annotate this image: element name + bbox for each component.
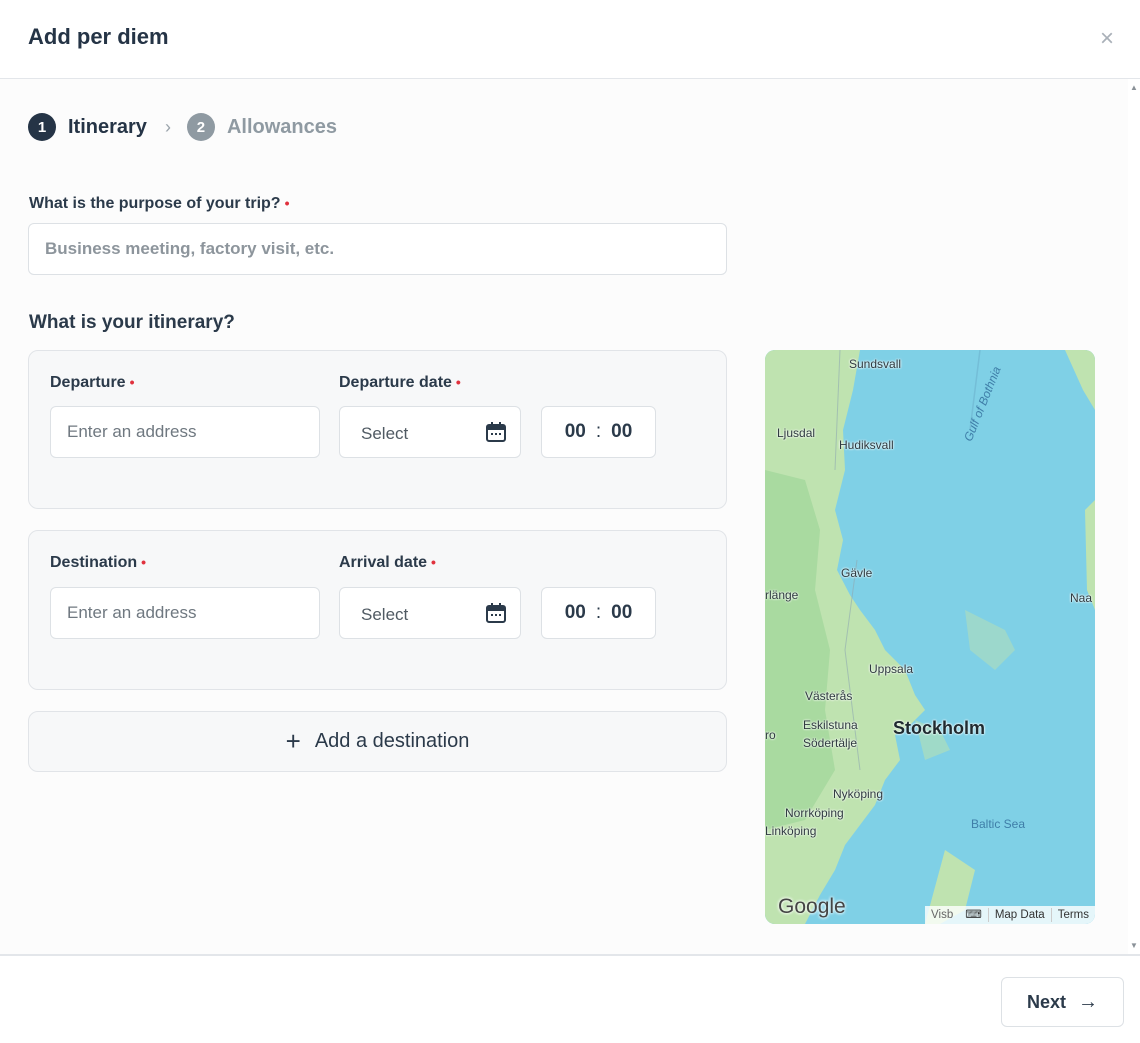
map-place-visby-partial: Visb bbox=[931, 909, 954, 921]
time-separator: : bbox=[595, 602, 602, 623]
map-place-nykoping: Nyköping bbox=[833, 787, 884, 801]
modal-header: Add per diem × bbox=[0, 0, 1140, 79]
arrival-time-input[interactable]: 00 : 00 bbox=[541, 587, 656, 639]
keyboard-icon[interactable]: ⌨ bbox=[959, 908, 988, 922]
scroll-up-icon[interactable]: ▲ bbox=[1130, 83, 1138, 92]
destination-label-text: Destination bbox=[50, 554, 138, 571]
departure-date-placeholder: Select bbox=[361, 424, 409, 443]
modal-body[interactable]: 1 Itinerary › 2 Allowances What is the p… bbox=[0, 79, 1128, 954]
modal-footer: Next → bbox=[0, 954, 1140, 1043]
map-place-uppsala: Uppsala bbox=[869, 662, 914, 676]
arrival-date-placeholder: Select bbox=[361, 605, 409, 624]
map-place-bollnas-partial: rlänge bbox=[765, 588, 799, 602]
map[interactable]: Sundsvall Ljusdal Hudiksvall Gulf of Bot… bbox=[765, 350, 1095, 924]
add-destination-label: Add a destination bbox=[314, 730, 470, 752]
arrival-date-label-text: Arrival date bbox=[339, 554, 428, 571]
map-water-baltic: Baltic Sea bbox=[971, 817, 1026, 831]
modal-title: Add per diem bbox=[28, 24, 169, 49]
arrival-hours[interactable]: 00 bbox=[565, 602, 586, 624]
departure-date-label-text: Departure date bbox=[339, 374, 452, 391]
destination-address-input[interactable] bbox=[50, 587, 320, 639]
required-mark: • bbox=[455, 374, 461, 390]
required-mark: • bbox=[284, 195, 290, 211]
required-mark: • bbox=[431, 554, 436, 570]
destination-card: Destination• Arrival date• Select 00 : 0… bbox=[28, 530, 727, 690]
map-place-linkoping: Linköping bbox=[765, 824, 817, 838]
add-destination-button[interactable]: + Add a destination bbox=[28, 711, 727, 772]
map-place-sodertalje: Södertälje bbox=[803, 736, 858, 750]
stepper: 1 Itinerary › 2 Allowances bbox=[28, 113, 337, 141]
departure-label: Departure • bbox=[50, 374, 134, 392]
map-place-ljusdal: Ljusdal bbox=[777, 426, 816, 440]
plus-icon: + bbox=[285, 726, 301, 756]
step-2-label[interactable]: Allowances bbox=[227, 116, 337, 139]
departure-label-text: Departure bbox=[50, 374, 126, 391]
purpose-input[interactable] bbox=[28, 223, 727, 275]
map-place-sundsvall: Sundsvall bbox=[849, 357, 902, 371]
required-mark: • bbox=[129, 374, 135, 390]
departure-address-input[interactable] bbox=[50, 406, 320, 458]
departure-minutes[interactable]: 00 bbox=[611, 421, 632, 443]
required-mark: • bbox=[141, 554, 147, 570]
map-place-vasteras: Västerås bbox=[805, 689, 853, 703]
next-button[interactable]: Next → bbox=[1001, 977, 1124, 1027]
departure-time-input[interactable]: 00 : 00 bbox=[541, 406, 656, 458]
arrival-date-label: Arrival date • bbox=[339, 554, 436, 572]
map-place-hudiksvall: Hudiksvall bbox=[839, 438, 894, 452]
map-place-naantali-partial: Naa bbox=[1070, 591, 1093, 605]
departure-date-picker[interactable]: Select bbox=[339, 406, 521, 458]
calendar-icon bbox=[486, 603, 506, 623]
map-data-link[interactable]: Map Data bbox=[987, 908, 1051, 922]
time-separator: : bbox=[595, 421, 602, 442]
purpose-label-text: What is the purpose of your trip? bbox=[29, 195, 281, 212]
close-icon[interactable]: × bbox=[1096, 27, 1118, 51]
arrow-right-icon: → bbox=[1078, 990, 1098, 1013]
map-place-stockholm: Stockholm bbox=[893, 718, 986, 738]
calendar-icon bbox=[486, 422, 506, 442]
step-1-label[interactable]: Itinerary bbox=[68, 116, 147, 139]
map-place-gavle: Gävle bbox=[841, 566, 873, 580]
departure-hours[interactable]: 00 bbox=[565, 421, 586, 443]
scroll-down-icon[interactable]: ▼ bbox=[1130, 941, 1138, 950]
itinerary-title: What is your itinerary? bbox=[29, 312, 235, 333]
map-place-eskilstuna: Eskilstuna bbox=[803, 718, 858, 732]
next-label: Next bbox=[1026, 991, 1066, 1012]
step-1-number: 1 bbox=[28, 113, 56, 141]
destination-label: Destination • bbox=[50, 554, 146, 572]
step-2-number: 2 bbox=[186, 113, 215, 141]
arrival-date-picker[interactable]: Select bbox=[339, 587, 521, 639]
purpose-label: What is the purpose of your trip? • bbox=[29, 195, 289, 213]
departure-card: Departure• Departure date• Select 00 : 0… bbox=[28, 350, 727, 509]
chevron-right-icon: › bbox=[164, 116, 171, 137]
map-place-norrkoping: Norrköping bbox=[785, 806, 844, 820]
map-terms-link[interactable]: Terms bbox=[1050, 908, 1095, 922]
departure-date-label: Departure date • bbox=[339, 374, 461, 392]
scrollbar[interactable]: ▲ ▼ bbox=[1128, 79, 1140, 954]
map-footer: Visb ⌨ Map Data Terms bbox=[925, 906, 1095, 924]
arrival-minutes[interactable]: 00 bbox=[611, 602, 632, 624]
google-logo: Google bbox=[778, 895, 846, 918]
map-place-orebro-partial: ro bbox=[765, 728, 776, 742]
